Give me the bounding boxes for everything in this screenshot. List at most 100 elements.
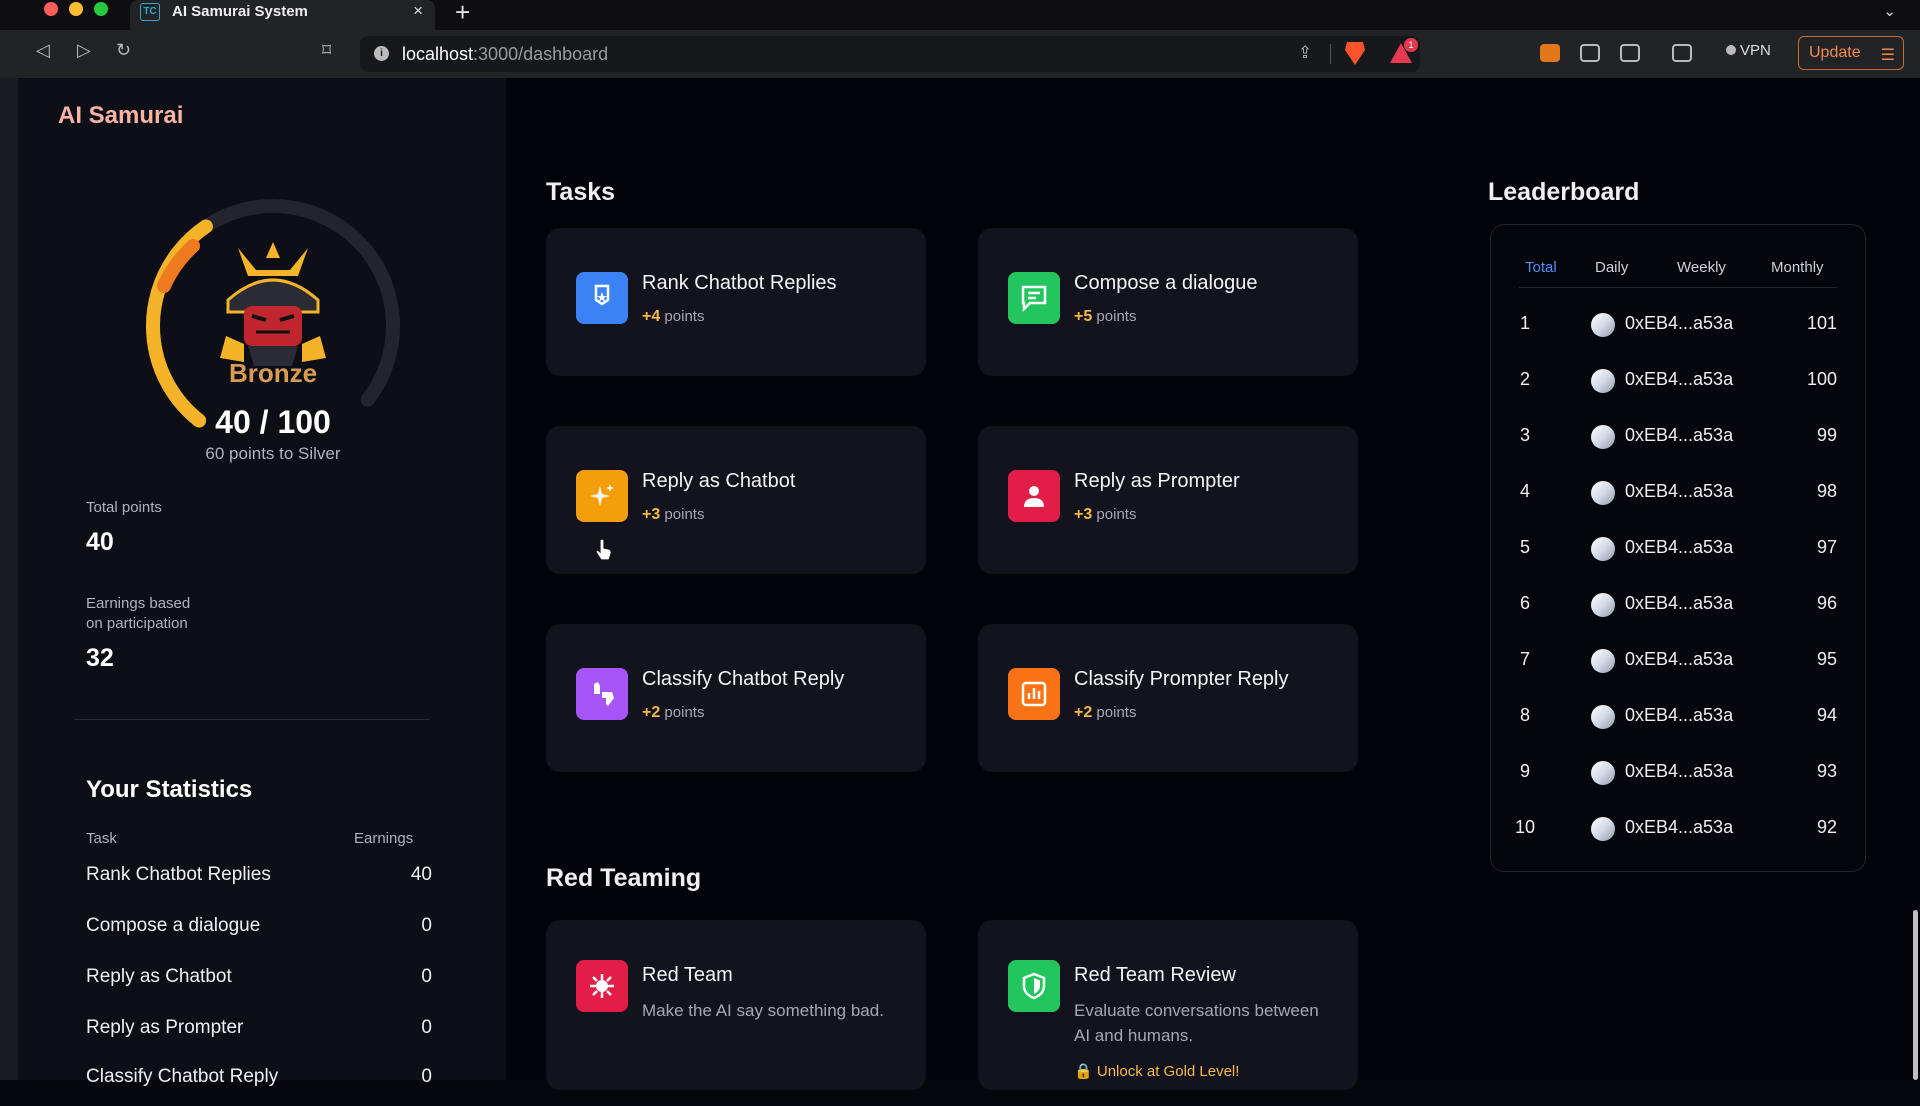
leaderboard-address: 0xEB4...a53a (1625, 537, 1734, 557)
leaderboard-score: 95 (1816, 649, 1837, 669)
maximize-window-button[interactable] (94, 2, 108, 16)
leaderboard-row: 1 0xEB4...a53a 101 (1491, 309, 1867, 365)
unlock-requirement: 🔒 Unlock at Gold Level! (1074, 1063, 1240, 1080)
statistics-col-task: Task (86, 830, 117, 847)
forward-arrow-icon[interactable]: ▷ (77, 40, 91, 61)
red-team-card-description: Make the AI say something bad. (642, 1001, 884, 1020)
earnings-label-line1: Earnings based (86, 595, 191, 612)
task-card-points: +2 points (642, 704, 705, 721)
leaderboard-address: 0xEB4...a53a (1625, 593, 1734, 613)
total-points-value: 40 (86, 528, 114, 556)
leaderboard-rank: 4 (1519, 481, 1530, 501)
browser-toolbar: ◁ ▷ ↻ ⌑ i localhost:3000/dashboard ⇪ 1 V… (0, 30, 1920, 78)
user-avatar-icon (1591, 369, 1615, 393)
wallet-icon[interactable] (1672, 44, 1692, 62)
extensions-puzzle-icon[interactable] (1580, 44, 1600, 62)
user-avatar-icon (1591, 313, 1615, 337)
leaderboard-row: 6 0xEB4...a53a 96 (1491, 589, 1867, 645)
leaderboard-address: 0xEB4...a53a (1625, 817, 1734, 837)
earnings-label-line2: on participation (86, 615, 188, 632)
minimize-window-button[interactable] (69, 2, 83, 16)
share-icon[interactable]: ⇪ (1298, 43, 1312, 63)
reload-icon[interactable]: ↻ (116, 40, 131, 61)
task-card-points: +4 points (642, 308, 705, 325)
task-card-title: Reply as Chatbot (642, 470, 796, 492)
leaderboard-tab-total[interactable]: Total (1525, 259, 1557, 276)
sidebar-toggle-icon[interactable] (1620, 44, 1640, 62)
red-team-card[interactable]: Red Team Make the AI say something bad. (546, 920, 926, 1090)
leaderboard-row: 5 0xEB4...a53a 97 (1491, 533, 1867, 589)
leaderboard-row: 4 0xEB4...a53a 98 (1491, 477, 1867, 533)
user-avatar-icon (1591, 761, 1615, 785)
bookmark-icon[interactable]: ⌑ (322, 40, 331, 61)
leaderboard-address: 0xEB4...a53a (1625, 649, 1734, 669)
metamask-extension-icon[interactable] (1540, 44, 1560, 62)
statistics-row: Reply as Chatbot 0 (86, 966, 432, 1006)
task-card-classify-prompter-reply[interactable]: Classify Prompter Reply +2 points (978, 624, 1358, 772)
statistics-value: 0 (421, 1066, 432, 1087)
leaderboard-row: 3 0xEB4...a53a 99 (1491, 421, 1867, 477)
medal-icon (576, 272, 628, 324)
task-card-classify-chatbot-reply[interactable]: Classify Chatbot Reply +2 points (546, 624, 926, 772)
url-text[interactable]: localhost:3000/dashboard (402, 44, 608, 65)
statistics-col-earnings: Earnings (354, 830, 414, 847)
vpn-button[interactable]: VPN (1726, 42, 1771, 59)
leaderboard-rank: 1 (1519, 313, 1530, 333)
leaderboard-tab-monthly[interactable]: Monthly (1771, 259, 1824, 276)
browser-tab-active[interactable]: TC AI Samurai System × (130, 0, 435, 30)
task-card-title: Compose a dialogue (1074, 272, 1258, 294)
leaderboard-rank: 2 (1519, 369, 1530, 389)
leaderboard-row: 9 0xEB4...a53a 93 (1491, 757, 1867, 813)
address-bar[interactable]: i localhost:3000/dashboard ⇪ 1 (360, 36, 1420, 72)
statistics-value: 0 (421, 966, 432, 987)
tab-favicon-icon: TC (140, 3, 160, 21)
statistics-row: Rank Chatbot Replies 40 (86, 864, 432, 904)
leaderboard-row: 2 0xEB4...a53a 100 (1491, 365, 1867, 421)
user-avatar-icon (1591, 705, 1615, 729)
brave-shields-icon[interactable] (1345, 42, 1365, 65)
task-card-title: Rank Chatbot Replies (642, 272, 837, 294)
leaderboard-score: 100 (1806, 369, 1837, 389)
leaderboard-tab-daily[interactable]: Daily (1595, 259, 1628, 276)
leaderboard-rank: 5 (1519, 537, 1530, 557)
url-divider (1330, 44, 1331, 64)
leaderboard-score: 93 (1816, 761, 1837, 781)
task-card-rank-chatbot-replies[interactable]: Rank Chatbot Replies +4 points (546, 228, 926, 376)
task-card-title: Classify Prompter Reply (1074, 668, 1289, 690)
tasks-title: Tasks (546, 178, 616, 206)
leaderboard-address: 0xEB4...a53a (1625, 425, 1734, 445)
red-team-review-card[interactable]: Red Team Review Evaluate conversations b… (978, 920, 1358, 1090)
browser-tab-bar: TC AI Samurai System × + ⌄ (0, 0, 1920, 30)
site-info-icon[interactable]: i (374, 46, 389, 61)
task-card-points: +3 points (1074, 506, 1137, 523)
leaderboard-address: 0xEB4...a53a (1625, 481, 1734, 501)
leaderboard-row: 7 0xEB4...a53a 95 (1491, 645, 1867, 701)
rank-next-level-text: 60 points to Silver (205, 444, 341, 463)
update-button[interactable]: Update ☰ (1798, 36, 1904, 70)
thumbs-icon (576, 668, 628, 720)
statistics-task: Reply as Chatbot (86, 966, 232, 987)
red-team-review-card-description: Evaluate conversations between AI and hu… (1074, 1001, 1319, 1045)
red-team-review-card-title: Red Team Review (1074, 964, 1236, 986)
rank-progress-text: 40 / 100 (215, 404, 331, 440)
rewards-badge: 1 (1404, 38, 1418, 52)
task-card-title: Classify Chatbot Reply (642, 668, 845, 690)
red-teaming-title: Red Teaming (546, 864, 702, 892)
back-arrow-icon[interactable]: ◁ (36, 40, 50, 61)
brand-logo[interactable]: AI Samurai (58, 102, 183, 130)
close-window-button[interactable] (44, 2, 58, 16)
tab-close-icon[interactable]: × (413, 1, 423, 21)
task-card-compose-dialogue[interactable]: Compose a dialogue +5 points (978, 228, 1358, 376)
statistics-value: 0 (421, 915, 432, 936)
new-tab-button[interactable]: + (455, 0, 470, 28)
leaderboard-title: Leaderboard (1488, 178, 1640, 206)
menu-hamburger-icon: ☰ (1880, 47, 1895, 64)
task-card-reply-as-prompter[interactable]: Reply as Prompter +3 points (978, 426, 1358, 574)
mouse-hand-cursor-icon (595, 538, 612, 561)
leaderboard-score: 97 (1816, 537, 1837, 557)
page-scrollbar[interactable] (1913, 910, 1918, 1080)
leaderboard-address: 0xEB4...a53a (1625, 313, 1734, 333)
leaderboard-tab-weekly[interactable]: Weekly (1677, 259, 1726, 276)
tab-list-chevron-icon[interactable]: ⌄ (1883, 2, 1896, 20)
leaderboard-score: 92 (1816, 817, 1837, 837)
